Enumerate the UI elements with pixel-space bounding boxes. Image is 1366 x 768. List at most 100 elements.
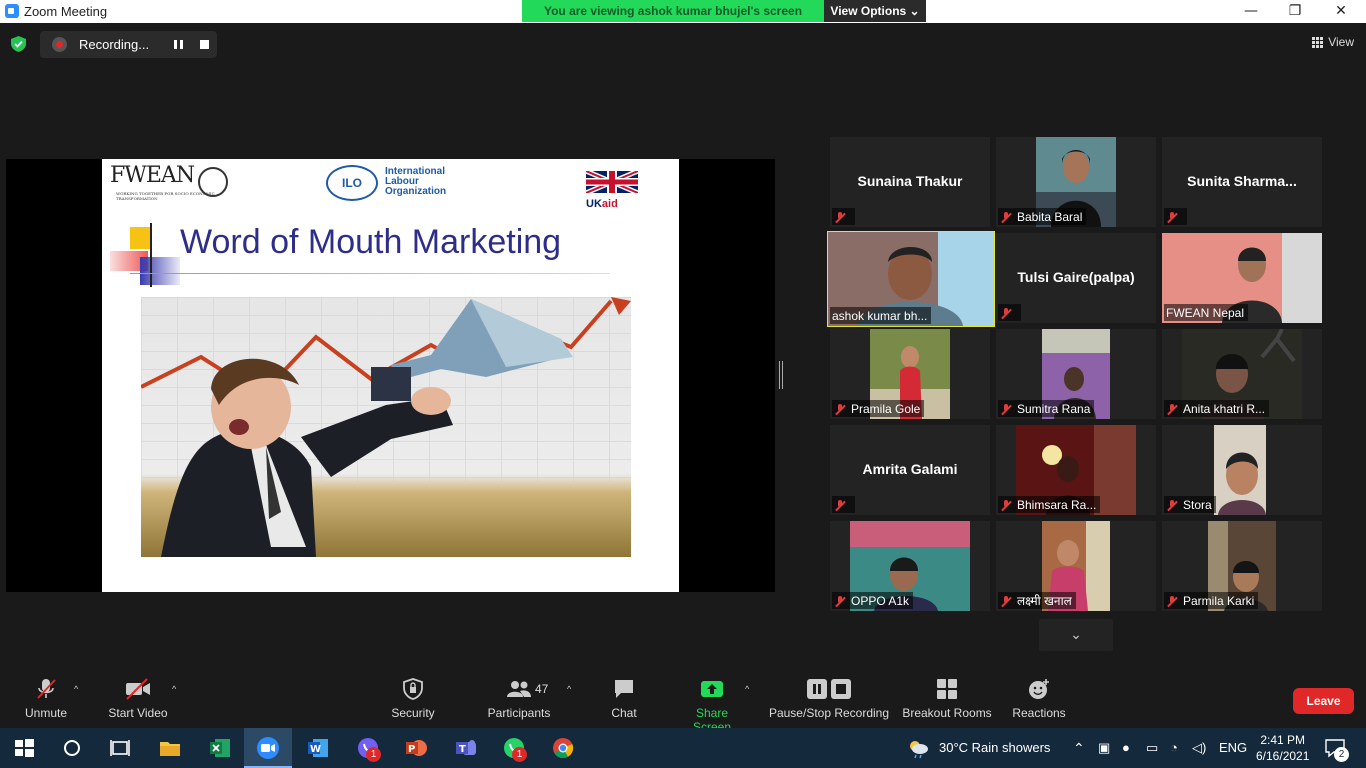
presentation-slide: FWEAN WORKING TOGETHER FOR SOCIO ECONOMI… (102, 159, 679, 592)
volume-icon[interactable]: ◁) (1192, 740, 1206, 756)
video-options-chevron-icon[interactable]: ^ (172, 684, 176, 694)
mic-muted-icon (1000, 499, 1012, 511)
mic-muted-icon (1166, 595, 1178, 607)
chrome-icon[interactable] (551, 736, 575, 760)
chat-bubble-icon (615, 680, 633, 698)
title-underline (130, 273, 610, 274)
view-options-button[interactable]: View Options ⌄ (824, 0, 926, 22)
search-icon[interactable] (60, 736, 84, 760)
breakout-rooms-icon (937, 679, 957, 699)
participant-tile[interactable]: Sunaina Thakur (830, 137, 990, 227)
mic-muted-icon (1000, 595, 1012, 607)
restore-button[interactable]: ❐ (1272, 0, 1318, 23)
input-language[interactable]: ENG (1219, 740, 1247, 755)
chat-button[interactable]: Chat (604, 678, 644, 720)
participant-video (1214, 425, 1266, 515)
security-shield-icon (403, 678, 423, 700)
reactions-button[interactable]: Reactions (1012, 678, 1066, 720)
participant-tile[interactable]: OPPO A1k (830, 521, 990, 611)
battery-icon[interactable]: ▭ (1146, 740, 1158, 756)
audio-options-chevron-icon[interactable]: ^ (74, 684, 78, 694)
title-decoration-line (150, 223, 152, 287)
participant-name-large: Sunaina Thakur (857, 173, 963, 189)
meeting-toolbar: Unmute ^ Start Video ^ Security Particip… (0, 670, 1366, 734)
fwean-emblem-icon (198, 167, 228, 197)
mic-muted-icon (834, 211, 846, 223)
participants-options-chevron-icon[interactable]: ^ (567, 684, 571, 694)
mic-muted-icon (1000, 211, 1012, 223)
svg-text:T: T (459, 744, 466, 755)
participant-tile[interactable]: Stora (1162, 425, 1322, 515)
weather-rain-icon[interactable] (906, 736, 930, 760)
participant-tile-active-speaker[interactable]: ashok kumar bh... (827, 231, 995, 327)
breakout-rooms-button[interactable]: Breakout Rooms (902, 678, 992, 720)
participant-tile[interactable]: Babita Baral (996, 137, 1156, 227)
window-titlebar: Zoom Meeting You are viewing ashok kumar… (0, 0, 1366, 23)
recording-label: Recording... (79, 37, 150, 52)
participant-tile[interactable]: लक्ष्मी खनाल (996, 521, 1156, 611)
start-video-button[interactable]: Start Video (106, 678, 170, 720)
powerpoint-icon[interactable]: P (404, 736, 428, 760)
meet-now-icon[interactable]: ▣ (1098, 740, 1110, 756)
encryption-shield-icon[interactable] (11, 36, 26, 52)
zoom-taskbar-active[interactable] (244, 728, 292, 768)
teams-icon[interactable]: T (454, 736, 478, 760)
participant-tile[interactable]: Sunita Sharma... (1162, 137, 1322, 227)
word-icon[interactable]: W (306, 736, 330, 760)
task-view-icon[interactable] (108, 736, 132, 760)
clock-date: 6/16/2021 (1256, 749, 1310, 763)
participant-name: ashok kumar bh... (832, 308, 928, 323)
viewing-screen-label: You are viewing ashok kumar bhujel's scr… (522, 0, 824, 22)
pause-recording-icon[interactable] (174, 40, 183, 49)
participant-name: Sumitra Rana (1017, 401, 1091, 416)
mic-muted-icon (1166, 403, 1178, 415)
weather-text[interactable]: 30°C Rain showers (939, 740, 1050, 755)
shared-screen: FWEAN WORKING TOGETHER FOR SOCIO ECONOMI… (6, 159, 775, 592)
participant-tile[interactable]: Parmila Karki (1162, 521, 1322, 611)
union-jack-icon (585, 168, 639, 196)
participant-tile[interactable]: Bhimsara Ra... (996, 425, 1156, 515)
windows-taskbar: W 1 P T 1 30°C Rain showers ⌃ ▣ ● ▭ ◔ ◁)… (0, 728, 1366, 768)
mic-muted-icon (1000, 403, 1012, 415)
participant-tile[interactable]: FWEAN Nepal (1162, 233, 1322, 323)
gallery-next-page-button[interactable]: ⌄ (1039, 619, 1113, 651)
participant-tile[interactable]: Pramila Gole (830, 329, 990, 419)
participant-name-large: Amrita Galami (862, 461, 958, 477)
window-title: Zoom Meeting (24, 4, 108, 19)
participant-tile[interactable]: Anita khatri R... (1162, 329, 1322, 419)
taskbar-clock[interactable]: 2:41 PM 6/16/2021 (1256, 732, 1309, 764)
leave-button[interactable]: Leave (1293, 688, 1354, 714)
microphone-icon[interactable]: ● (1122, 740, 1130, 755)
participant-tile[interactable]: Sumitra Rana (996, 329, 1156, 419)
panel-resize-handle[interactable] (779, 361, 783, 389)
participant-tile[interactable]: Amrita Galami (830, 425, 990, 515)
stop-recording-icon[interactable] (200, 40, 209, 49)
minimize-button[interactable]: — (1228, 0, 1274, 23)
mic-muted-icon (834, 499, 846, 511)
participant-name: Parmila Karki (1183, 593, 1255, 608)
recording-indicator: Recording... (40, 31, 217, 58)
share-options-chevron-icon[interactable]: ^ (745, 684, 749, 694)
pause-stop-recording-button[interactable]: Pause/Stop Recording (768, 678, 890, 720)
security-button[interactable]: Security (388, 678, 438, 720)
participant-name: OPPO A1k (851, 593, 910, 608)
unmute-button[interactable]: Unmute (22, 678, 70, 720)
participants-icon (507, 681, 531, 697)
view-label: View (1328, 35, 1354, 49)
participant-name: Stora (1183, 497, 1212, 512)
svg-text:W: W (310, 744, 321, 755)
view-layout-button[interactable]: View (1312, 35, 1354, 49)
participant-name: लक्ष्मी खनाल (1017, 594, 1072, 608)
ilo-name: International Labour Organization (385, 166, 447, 197)
wifi-icon[interactable]: ◔ (1170, 740, 1178, 755)
close-button[interactable]: ✕ (1318, 0, 1364, 23)
show-hidden-icons-chevron-icon[interactable]: ⌃ (1073, 740, 1085, 757)
ilo-emblem-icon: ILO (326, 165, 378, 201)
zoom-app-icon (5, 4, 19, 18)
windows-start-icon[interactable] (12, 736, 36, 760)
share-screen-button[interactable]: Share Screen (676, 678, 748, 734)
slide-title: Word of Mouth Marketing (180, 223, 562, 261)
file-explorer-icon[interactable] (158, 736, 182, 760)
excel-icon[interactable] (208, 736, 232, 760)
participant-tile[interactable]: Tulsi Gaire(palpa) (996, 233, 1156, 323)
